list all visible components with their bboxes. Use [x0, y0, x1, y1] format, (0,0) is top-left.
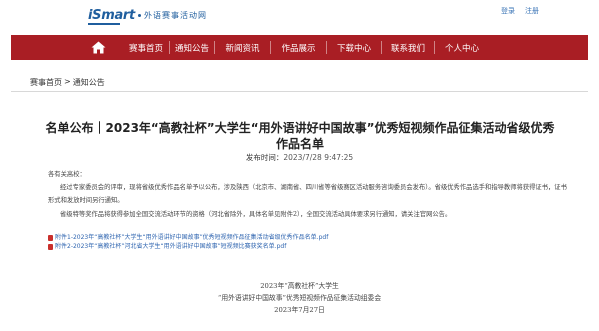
- nav-item-downloads[interactable]: 下载中心: [327, 35, 381, 60]
- pdf-icon: [48, 243, 53, 250]
- attachment-list: 附件1-2023年“高教社杯”大学生“用外语讲好中国故事”优秀短视频作品征集活动…: [48, 234, 448, 251]
- breadcrumb-current[interactable]: 通知公告: [73, 77, 105, 88]
- home-icon-button[interactable]: [73, 35, 123, 60]
- main-nav: 赛事首页 通知公告 新闻资讯 作品展示 下载中心 联系我们 个人中心: [11, 35, 588, 60]
- article-signature: 2023年“高教社杯”大学生 “用外语讲好中国故事”优秀短视频作品征集活动组委会…: [0, 280, 599, 316]
- breadcrumb-home[interactable]: 赛事首页: [30, 77, 62, 88]
- site-header: iSmart 外语赛事活动网 登录 注册: [0, 0, 599, 35]
- site-logo[interactable]: iSmart 外语赛事活动网: [88, 8, 207, 23]
- attachment-link[interactable]: 附件1-2023年“高教社杯”大学生“用外语讲好中国故事”优秀短视频作品征集活动…: [48, 234, 448, 243]
- logo-subtitle: 外语赛事活动网: [143, 11, 207, 20]
- body-paragraph: 省级特等奖作品将获得参加全国交流活动环节的资格（河北省除外，具体名单见附件2），…: [60, 210, 452, 218]
- salutation: 各有关高校：: [48, 171, 86, 178]
- signature-line: “用外语讲好中国故事”优秀短视频作品征集活动组委会: [217, 294, 382, 302]
- register-link[interactable]: 注册: [525, 6, 539, 16]
- article-body: 各有关高校： 经过专家委员会的评审，现将省级优秀作品名单予以公布，涉及陕西（北京…: [48, 168, 568, 221]
- nav-item-contact[interactable]: 联系我们: [382, 35, 434, 60]
- publish-info: 发布时间：2023/7/28 9:47:25: [0, 152, 599, 163]
- nav-item-account[interactable]: 个人中心: [435, 35, 489, 60]
- publish-time: 2023/7/28 9:47:25: [283, 153, 354, 162]
- nav-item-news[interactable]: 新闻资讯: [215, 35, 270, 60]
- publish-label: 发布时间：: [245, 153, 284, 162]
- body-paragraph: 经过专家委员会的评审，现将省级优秀作品名单予以公布，涉及陕西（北京市、湖南省、四…: [48, 184, 567, 205]
- signature-date: 2023年7月27日: [274, 306, 325, 314]
- pdf-icon: [48, 235, 53, 242]
- nav-item-notices[interactable]: 通知公告: [170, 35, 214, 60]
- divider: [11, 91, 588, 92]
- attachment-link[interactable]: 附件2-2023年“高教社杯”河北省大学生“用外语讲好中国故事”短视频比赛获奖名…: [48, 243, 448, 252]
- nav-item-works[interactable]: 作品展示: [271, 35, 326, 60]
- logo-dot: [137, 14, 141, 17]
- attachment-label: 附件1-2023年“高教社杯”大学生“用外语讲好中国故事”优秀短视频作品征集活动…: [55, 234, 329, 241]
- signature-line: 2023年“高教社杯”大学生: [260, 282, 339, 290]
- article-title: 名单公布｜2023年“高教社杯”大学生“用外语讲好中国故事”优秀短视频作品征集活…: [45, 121, 555, 151]
- attachment-label: 附件2-2023年“高教社杯”河北省大学生“用外语讲好中国故事”短视频比赛获奖名…: [55, 242, 287, 250]
- breadcrumb: 赛事首页 > 通知公告: [30, 77, 105, 88]
- login-link[interactable]: 登录: [501, 6, 515, 16]
- account-links: 登录 注册: [501, 6, 539, 16]
- logo-wordmark: iSmart: [88, 8, 135, 23]
- nav-item-home[interactable]: 赛事首页: [123, 35, 169, 60]
- breadcrumb-separator: >: [64, 77, 71, 86]
- home-icon: [91, 41, 105, 54]
- logo-underline: [88, 23, 120, 25]
